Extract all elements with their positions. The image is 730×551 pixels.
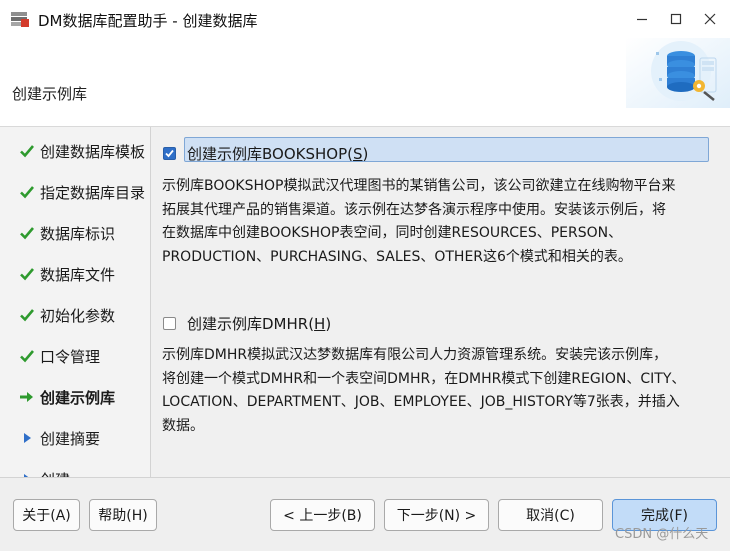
help-button[interactable]: 帮助(H) [89, 499, 157, 531]
minimize-icon [637, 18, 647, 21]
step-db-directory: 指定数据库目录 [0, 173, 150, 211]
page-title: 创建示例库 [12, 85, 88, 103]
prev-button[interactable]: < 上一步(B) [270, 499, 375, 531]
minimize-button[interactable] [625, 4, 659, 34]
checkmark-icon [18, 183, 36, 201]
window-title: DM数据库配置助手 - 创建数据库 [38, 12, 258, 30]
next-button[interactable]: 下一步(N) > [384, 499, 489, 531]
step-create-template: 创建数据库模板 [0, 132, 150, 170]
step-init-params: 初始化参数 [0, 296, 150, 334]
bookshop-checkbox[interactable]: 创建示例库BOOKSHOP(S) [163, 141, 371, 166]
arrow-right-icon [18, 388, 36, 406]
dm-app-icon [11, 12, 29, 27]
checkmark-icon [18, 347, 36, 365]
checkbox-unchecked-icon[interactable] [163, 317, 176, 330]
about-button[interactable]: 关于(A) [13, 499, 80, 531]
checkmark-icon [18, 224, 36, 242]
step-create-sample-db: 创建示例库 [0, 378, 150, 416]
triangle-right-icon [18, 470, 36, 477]
wizard-content: 创建示例库BOOKSHOP(S) 示例库BOOKSHOP模拟武汉代理图书的某销售… [151, 127, 730, 477]
dmhr-checkbox[interactable]: 创建示例库DMHR(H) [163, 311, 334, 336]
bookshop-description: 示例库BOOKSHOP模拟武汉代理图书的某销售公司，该公司欲建立在线购物平台来 … [162, 178, 676, 265]
wizard-header: 创建示例库 [0, 38, 730, 127]
maximize-button[interactable] [659, 4, 693, 34]
title-bar: DM数据库配置助手 - 创建数据库 [0, 0, 730, 38]
wizard-steps-sidebar: 创建数据库模板 指定数据库目录 数据库标识 数据库文件 初始化参数 口令管理 创… [0, 127, 151, 477]
watermark: CSDN @什么天 [615, 527, 709, 542]
triangle-right-icon [18, 429, 36, 447]
maximize-icon [670, 13, 682, 25]
dmhr-description: 示例库DMHR模拟武汉达梦数据库有限公司人力资源管理系统。安装完该示例库， 将创… [162, 347, 686, 434]
step-db-identity: 数据库标识 [0, 214, 150, 252]
step-password: 口令管理 [0, 337, 150, 375]
checkmark-icon [18, 306, 36, 324]
cancel-button[interactable]: 取消(C) [498, 499, 603, 531]
step-db-files: 数据库文件 [0, 255, 150, 293]
close-icon [704, 13, 716, 25]
checkmark-icon [18, 142, 36, 160]
step-summary: 创建摘要 [0, 419, 150, 457]
step-create: 创建 [0, 460, 150, 477]
dmhr-checkbox-label[interactable]: 创建示例库DMHR(H) [184, 311, 334, 336]
database-settings-icon [626, 38, 730, 108]
checkmark-icon [18, 265, 36, 283]
bookshop-checkbox-label[interactable]: 创建示例库BOOKSHOP(S) [184, 141, 371, 166]
checkbox-checked-icon[interactable] [163, 147, 176, 160]
close-button[interactable] [693, 4, 727, 34]
